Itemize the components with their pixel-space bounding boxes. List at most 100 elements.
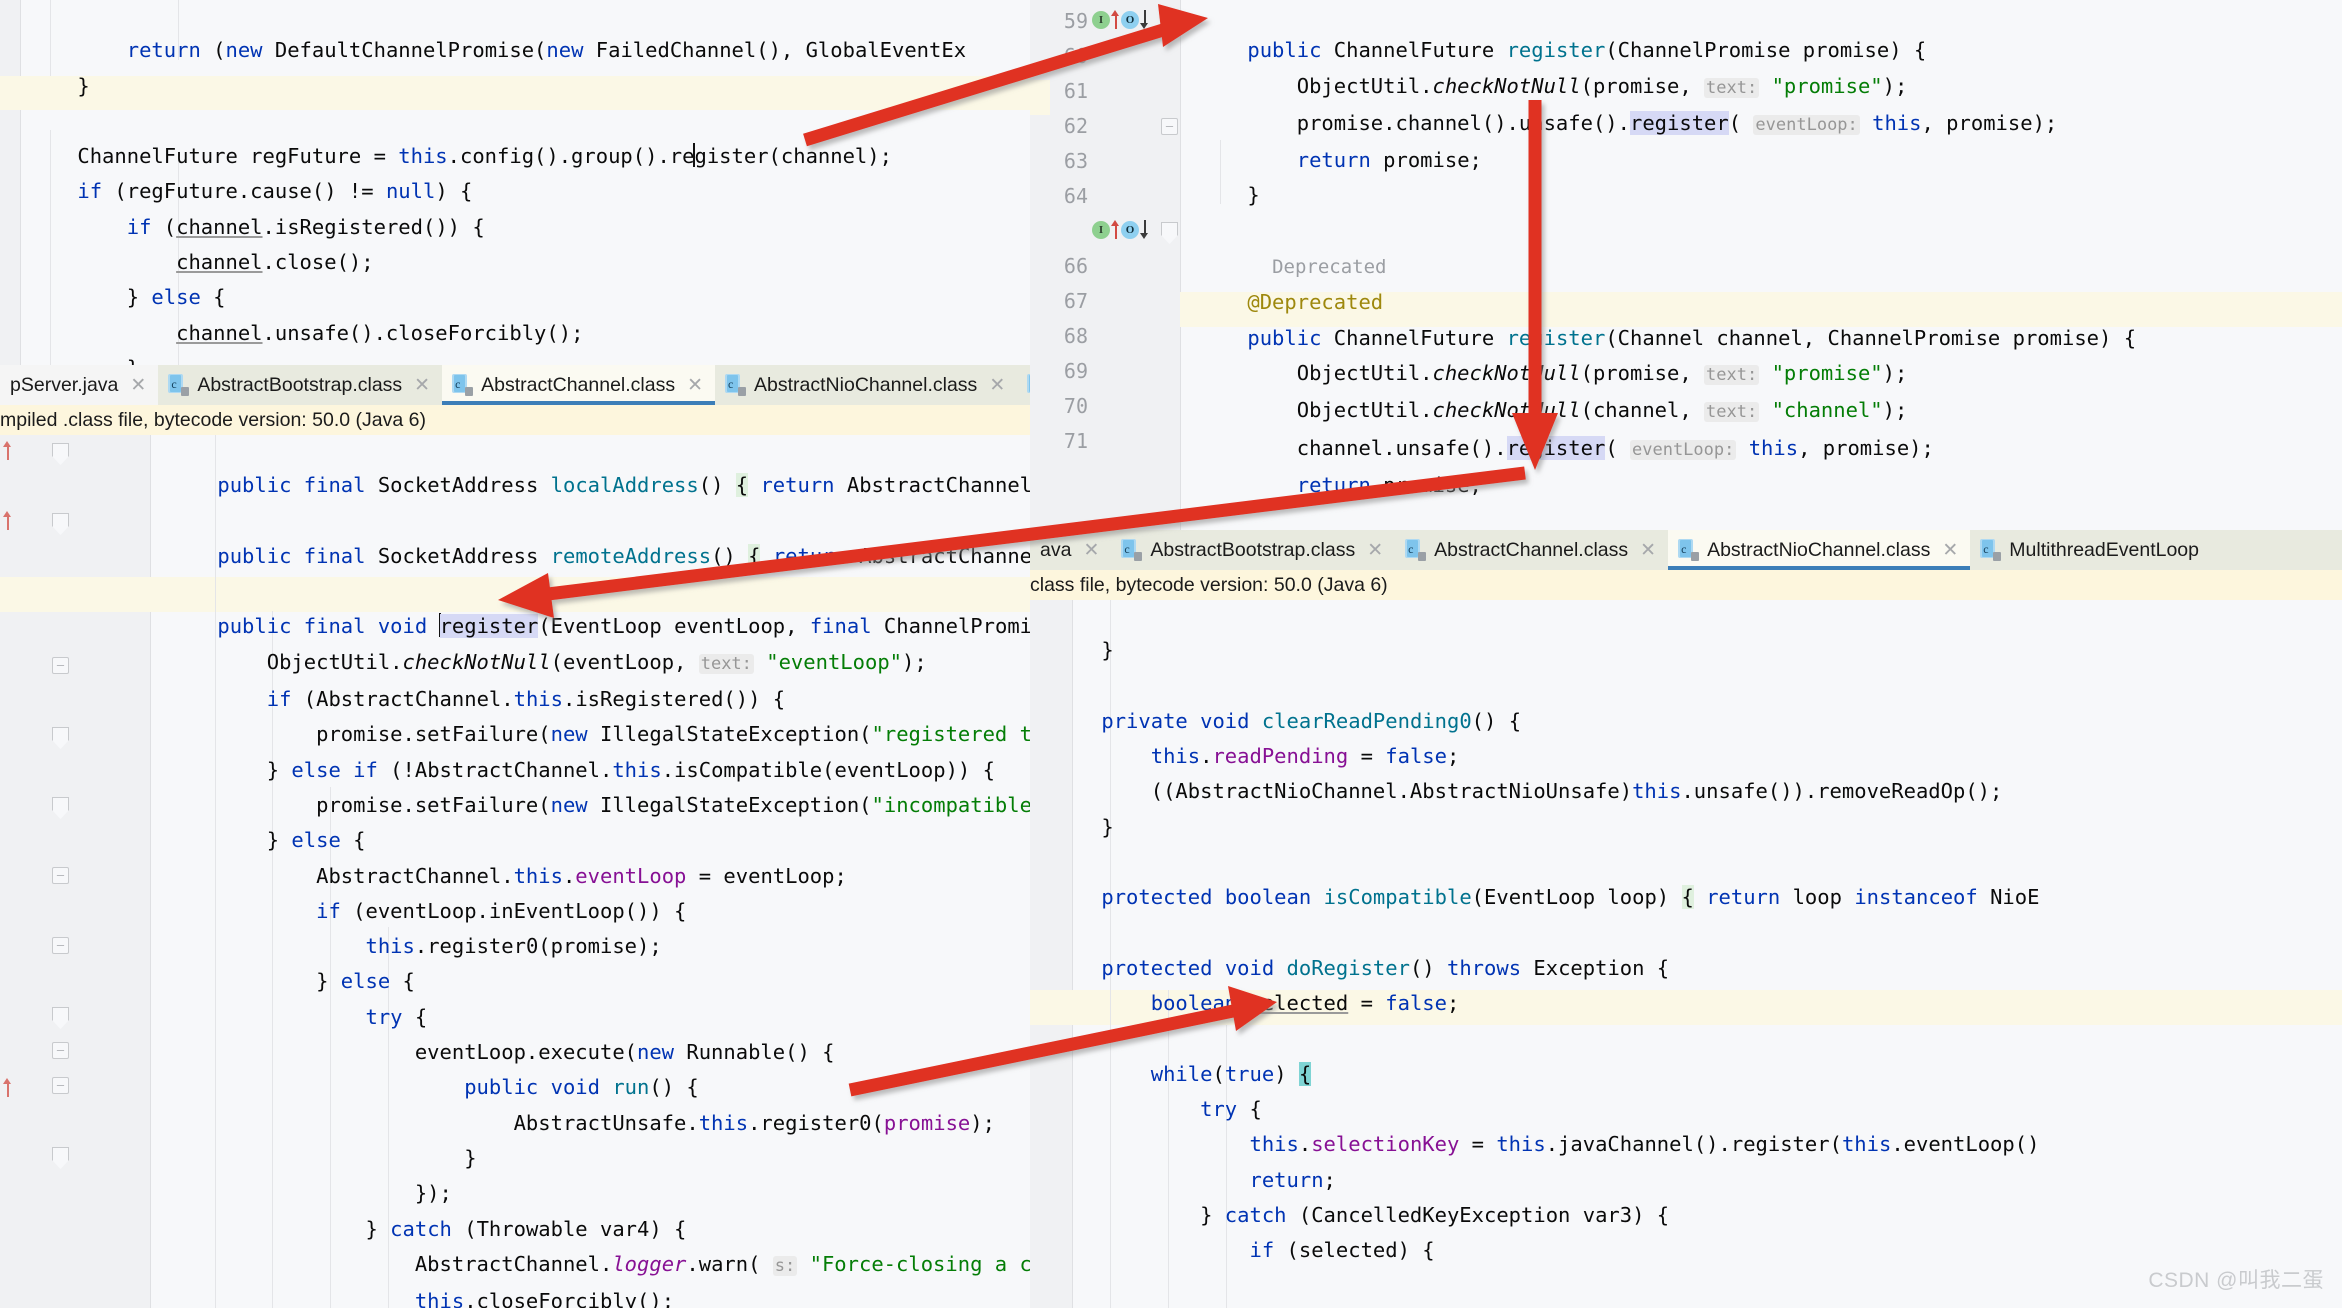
tab-abstractchannel-class[interactable]: c AbstractChannel.class ✕ bbox=[442, 365, 716, 405]
code-line: public ChannelFuture register(Channel ch… bbox=[1247, 325, 2137, 350]
code-line: } bbox=[28, 73, 90, 98]
class-file-icon: c bbox=[1405, 539, 1427, 561]
fold-marker-else[interactable] bbox=[52, 797, 69, 810]
code-line: if (eventLoop.inEventLoop()) { bbox=[316, 898, 687, 923]
tab-abstractniochannel-class[interactable]: c AbstractNioChannel.class ✕ bbox=[1668, 530, 1971, 570]
code-line: if (AbstractChannel.this.isRegistered())… bbox=[266, 687, 786, 712]
code-line: while(true) { bbox=[1150, 1061, 1312, 1086]
implements-overridden-marker-line-59[interactable]: I O bbox=[1092, 10, 1149, 29]
class-file-icon: c bbox=[725, 374, 747, 396]
code-line: this.readPending = false; bbox=[1150, 744, 1460, 769]
close-icon[interactable]: ✕ bbox=[1942, 539, 1958, 562]
implements-icon[interactable]: I bbox=[1092, 10, 1110, 29]
code-line: public void run() { bbox=[464, 1075, 699, 1100]
bytecode-banner-text: mpiled .class file, bytecode version: 50… bbox=[0, 408, 426, 431]
line-number: 64 bbox=[1063, 184, 1088, 208]
overridden-icon[interactable]: O bbox=[1121, 10, 1139, 29]
fold-marker-elseif[interactable] bbox=[52, 727, 69, 740]
editor-surface-bottom-right[interactable]: } private void clearReadPending0() { thi… bbox=[1030, 600, 2342, 1308]
line-number: 69 bbox=[1063, 359, 1088, 383]
code-content-top-right[interactable]: public ChannelFuture register(ChannelPro… bbox=[1198, 0, 2136, 530]
line-number: 66 bbox=[1063, 254, 1088, 278]
tab-java-file[interactable]: ava ✕ bbox=[1030, 530, 1112, 570]
code-line: public final void register(EventLoop eve… bbox=[217, 613, 1030, 639]
arrow-up-icon bbox=[1111, 10, 1120, 29]
fold-marker-line-59[interactable] bbox=[1161, 12, 1178, 25]
fold-marker-catch[interactable] bbox=[52, 1147, 69, 1160]
code-line: ObjectUtil.checkNotNull(eventLoop, text:… bbox=[168, 649, 927, 674]
fold-marker-line-67[interactable] bbox=[1161, 222, 1178, 235]
code-line: promise.setFailure(new IllegalStateExcep… bbox=[168, 792, 1030, 817]
close-icon[interactable]: ✕ bbox=[1640, 539, 1656, 562]
fold-marker-if[interactable]: – bbox=[52, 657, 69, 674]
tab-abstractchannel-class[interactable]: c AbstractChannel.class ✕ bbox=[1395, 530, 1669, 570]
tab-jserver-java[interactable]: pServer.java ✕ bbox=[0, 365, 159, 405]
tab-abstractbootstrap-class[interactable]: c AbstractBootstrap.class ✕ bbox=[1111, 530, 1396, 570]
close-icon[interactable]: ✕ bbox=[989, 374, 1005, 397]
overriding-method-marker[interactable] bbox=[3, 441, 12, 460]
line-number: 70 bbox=[1063, 394, 1088, 418]
tab-abstractniochannel-class[interactable]: c AbstractNioChannel.class ✕ bbox=[715, 365, 1018, 405]
fold-marker-try[interactable] bbox=[52, 1007, 69, 1020]
code-line: protected void doRegister() throws Excep… bbox=[1101, 955, 1670, 980]
overriding-method-marker[interactable] bbox=[3, 511, 12, 530]
tab-multithreadeventloop-class[interactable]: c MultithreadEventLoop bbox=[1970, 530, 2211, 570]
overridden-icon[interactable]: O bbox=[1121, 220, 1139, 239]
fold-marker-runnable[interactable]: – bbox=[52, 1042, 69, 1059]
gutter-bottom-left[interactable] bbox=[0, 435, 150, 1308]
editor-surface-bottom-left[interactable]: @ – – – – – – public final SocketAddress… bbox=[0, 435, 1030, 1308]
editor-panel-bottom-right[interactable]: ava ✕ c AbstractBootstrap.class ✕ c Abst… bbox=[1030, 530, 2342, 1308]
line-number: 63 bbox=[1063, 149, 1088, 173]
tab-label: AbstractNioChannel.class bbox=[1707, 538, 1931, 561]
fold-marker-remoteaddress[interactable] bbox=[52, 513, 69, 526]
code-line: @Deprecated bbox=[1247, 290, 1384, 315]
deprecated-fold-label: Deprecated bbox=[1272, 256, 1387, 279]
code-line: try { bbox=[1200, 1097, 1262, 1122]
editor-surface-top-left[interactable]: return (new DefaultChannelPromise(new Fa… bbox=[0, 0, 1030, 370]
tab-abstractbootstrap-class[interactable]: c AbstractBootstrap.class ✕ bbox=[158, 365, 443, 405]
close-icon[interactable]: ✕ bbox=[1367, 539, 1383, 562]
gutter-divider bbox=[20, 0, 21, 370]
tab-bar-bottom-right[interactable]: ava ✕ c AbstractBootstrap.class ✕ c Abst… bbox=[1030, 530, 2342, 570]
implements-overridden-marker-line-67[interactable]: I O bbox=[1092, 220, 1149, 239]
bytecode-banner-text: class file, bytecode version: 50.0 (Java… bbox=[1030, 573, 1388, 596]
code-line: } bbox=[1198, 183, 1260, 208]
tab-multithreadeventloop-class[interactable]: c MultithreadEven bbox=[1017, 365, 1030, 405]
fold-marker-localaddress[interactable] bbox=[52, 443, 69, 456]
code-content-top-left[interactable]: return (new DefaultChannelPromise(new Fa… bbox=[28, 0, 966, 370]
class-file-icon: c bbox=[1027, 374, 1030, 396]
close-icon[interactable]: ✕ bbox=[1083, 539, 1099, 562]
close-icon[interactable]: ✕ bbox=[414, 374, 430, 397]
code-line: } catch (CancelledKeyException var3) { bbox=[1052, 1203, 1670, 1228]
code-content-bottom-right[interactable]: } private void clearReadPending0() { thi… bbox=[1052, 598, 2039, 1304]
code-line: return (new DefaultChannelPromise(new Fa… bbox=[126, 38, 967, 63]
close-icon[interactable]: ✕ bbox=[687, 374, 703, 397]
fold-marker-ineventloop[interactable]: – bbox=[52, 867, 69, 884]
code-line: eventLoop.execute(new Runnable() { bbox=[168, 1040, 835, 1065]
editor-panel-bottom-left[interactable]: pServer.java ✕ c AbstractBootstrap.class… bbox=[0, 365, 1030, 1308]
close-icon[interactable]: ✕ bbox=[130, 374, 146, 397]
implements-icon[interactable]: I bbox=[1092, 220, 1110, 239]
code-line: ((AbstractNioChannel.AbstractNioUnsafe)t… bbox=[1052, 779, 2003, 804]
code-line: promise.channel().unsafe().register( eve… bbox=[1198, 110, 2058, 135]
tab-bar-bottom-left[interactable]: pServer.java ✕ c AbstractBootstrap.class… bbox=[0, 365, 1030, 405]
overriding-method-marker[interactable] bbox=[3, 1078, 12, 1097]
code-line: } else { bbox=[28, 285, 226, 310]
fold-marker-line-63[interactable]: – bbox=[1161, 118, 1178, 135]
editor-panel-top-left[interactable]: return (new DefaultChannelPromise(new Fa… bbox=[0, 0, 1030, 370]
editor-surface-top-right[interactable]: 59 60 61 62 63 64 66 67 68 69 70 71 I O … bbox=[1030, 0, 2342, 530]
code-line: if (selected) { bbox=[1249, 1238, 1435, 1263]
code-line: ChannelFuture regFuture = this.config().… bbox=[28, 143, 892, 169]
caret-line-highlight-top-edge bbox=[1030, 80, 1050, 115]
code-line: this.closeForcibly(); bbox=[414, 1289, 675, 1308]
code-line: } bbox=[168, 1145, 477, 1170]
tab-label: AbstractBootstrap.class bbox=[197, 373, 403, 396]
code-line: boolean selected = false; bbox=[1150, 991, 1460, 1016]
class-file-icon: c bbox=[168, 374, 190, 396]
fold-marker-else2[interactable]: – bbox=[52, 937, 69, 954]
gutter-top-left[interactable] bbox=[0, 0, 20, 370]
code-content-bottom-left[interactable]: public final SocketAddress localAddress(… bbox=[168, 433, 1030, 1308]
fold-marker-run[interactable]: – bbox=[52, 1077, 69, 1094]
editor-panel-top-right[interactable]: 59 60 61 62 63 64 66 67 68 69 70 71 I O … bbox=[1030, 0, 2342, 530]
tab-label: MultithreadEventLoop bbox=[2009, 538, 2199, 561]
